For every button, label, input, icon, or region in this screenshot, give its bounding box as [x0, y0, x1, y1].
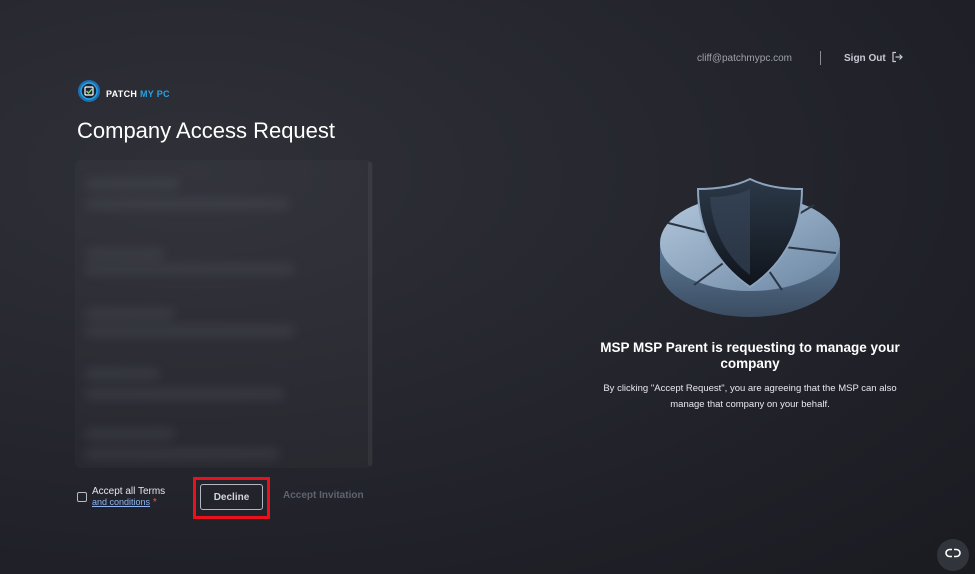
terms-text: Accept all Terms and conditions *	[92, 486, 165, 508]
form-scrollbar[interactable]	[368, 162, 372, 466]
terms-label: Accept all Terms	[92, 486, 166, 497]
header-divider	[820, 51, 821, 65]
blurred-field-label	[85, 368, 160, 380]
terms-consent: Accept all Terms and conditions *	[77, 486, 165, 508]
blurred-field-value	[85, 198, 290, 210]
decline-button[interactable]: Decline	[200, 484, 263, 510]
terms-link[interactable]: and conditions	[92, 497, 150, 507]
brand-wordmark: PATCH MY PC	[106, 89, 170, 99]
blurred-field-value	[85, 263, 295, 275]
chat-widget-button[interactable]	[937, 539, 969, 571]
brand-name-part1: PATCH	[106, 88, 138, 99]
patchmypc-logo-icon	[77, 79, 101, 108]
chat-widget-icon	[945, 546, 961, 564]
sign-out-button[interactable]: Sign Out	[844, 51, 903, 66]
blurred-field-value	[85, 388, 285, 400]
brand-name-part2: MY PC	[139, 88, 170, 99]
blurred-field-label	[85, 428, 175, 440]
blurred-field-value	[85, 325, 295, 337]
user-email: cliff@patchmypc.com	[697, 53, 792, 64]
blurred-field-label	[85, 308, 175, 320]
company-form-blurred	[75, 160, 373, 468]
shield-pie-illustration	[654, 175, 846, 328]
terms-checkbox[interactable]	[77, 492, 87, 502]
required-marker: *	[152, 497, 157, 508]
request-message-body: By clicking "Accept Request", you are ag…	[603, 383, 897, 410]
page-title: Company Access Request	[77, 118, 336, 143]
blurred-field-label	[85, 248, 165, 260]
sign-out-label: Sign Out	[844, 53, 886, 64]
brand-logo: PATCH MY PC	[77, 79, 170, 108]
sign-out-icon	[891, 51, 903, 66]
accept-invitation-button[interactable]: Accept Invitation	[283, 490, 364, 501]
blurred-field-label	[85, 178, 180, 190]
request-message-title: MSP MSP Parent is requesting to manage y…	[600, 340, 900, 371]
blurred-field-value	[85, 448, 280, 460]
